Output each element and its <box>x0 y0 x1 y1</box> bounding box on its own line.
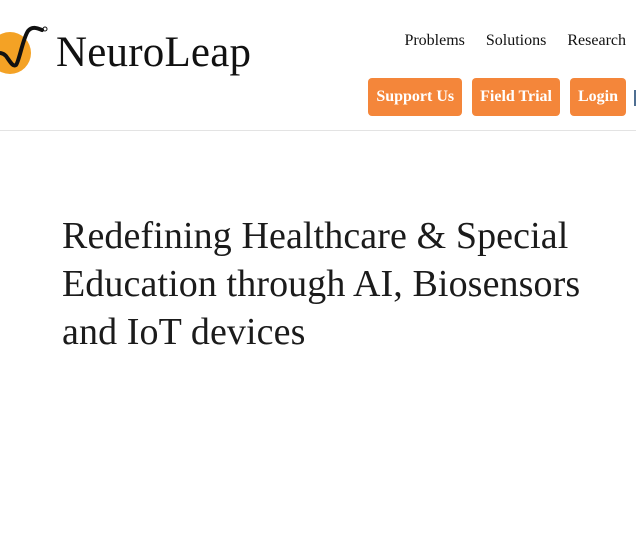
hero-title: Redefining Healthcare & Special Educatio… <box>62 215 581 353</box>
brand[interactable]: NeuroLeap <box>0 18 251 82</box>
support-us-button[interactable]: Support Us <box>368 78 463 116</box>
nav-link-problems[interactable]: Problems <box>404 31 464 51</box>
header-actions: Support Us Field Trial Login <box>368 78 626 116</box>
main-navigation: Problems Solutions Research <box>404 31 626 51</box>
site-header: NeuroLeap Problems Solutions Research Su… <box>0 0 636 131</box>
nav-link-solutions[interactable]: Solutions <box>486 31 546 51</box>
field-trial-button[interactable]: Field Trial <box>472 78 560 116</box>
page: NeuroLeap Problems Solutions Research Su… <box>0 0 636 540</box>
neuroleap-logo-icon <box>0 18 60 82</box>
login-button[interactable]: Login <box>569 78 626 116</box>
nav-link-research[interactable]: Research <box>567 31 626 51</box>
brand-name: NeuroLeap <box>56 28 252 76</box>
hero-section: Redefining Healthcare & Special Educatio… <box>62 212 622 356</box>
